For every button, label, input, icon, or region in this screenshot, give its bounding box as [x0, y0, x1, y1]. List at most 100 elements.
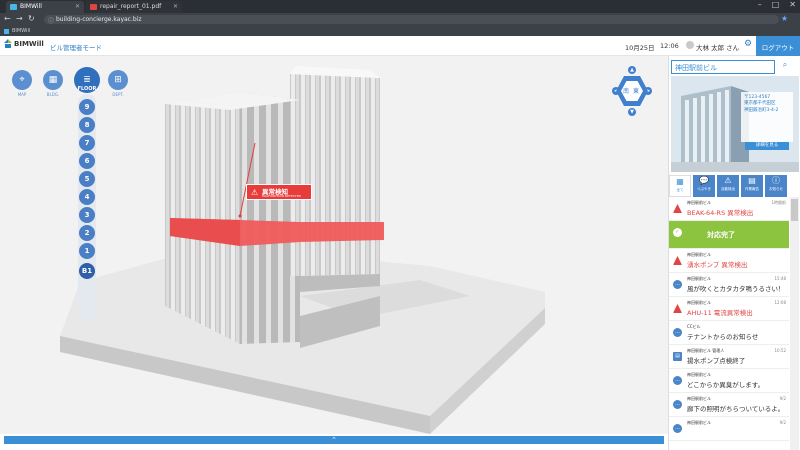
- building-photo: 〒123-4567 東京都千代田区 神田鍛冶町3-4-2 詳細を見る: [671, 76, 799, 172]
- list-item[interactable]: … 神田駅前ビル どこからか異臭がします。: [669, 369, 789, 393]
- activity-feed: 神田駅前ビル BEAK-64-RS 異常検出 1時間前 ✓ 対応完了 神田駅前ビ…: [669, 197, 789, 450]
- tab-tweets[interactable]: 💬 つぶやき: [693, 175, 715, 197]
- gear-icon[interactable]: ⚙: [744, 39, 752, 49]
- back-icon[interactable]: ←: [4, 14, 11, 23]
- feed-time: 9/2: [779, 396, 786, 401]
- rotate-up-icon[interactable]: ▲: [628, 66, 636, 74]
- feed-message: 対応完了: [707, 231, 735, 239]
- info-icon: ⓘ: [772, 176, 780, 185]
- window-controls: – □ ✕: [758, 0, 796, 9]
- feed-source: 神田駅前ビル: [687, 420, 711, 425]
- close-tab-icon[interactable]: ✕: [75, 3, 80, 10]
- list-item[interactable]: 神田駅前ビル 湧水ポンプ 異常検出: [669, 249, 789, 273]
- floor-button-3[interactable]: 3: [79, 207, 95, 223]
- department-icon: ⊞: [114, 75, 122, 85]
- tab-notices[interactable]: ⓘ お知らせ: [765, 175, 787, 197]
- floor-button-8[interactable]: 8: [79, 117, 95, 133]
- browser-tab-pdf[interactable]: repair_report_01.pdf ✕: [86, 1, 182, 13]
- floor-button-5[interactable]: 5: [79, 171, 95, 187]
- tab-work-report[interactable]: ▤ 作業報告: [741, 175, 763, 197]
- feed-message: BEAK-64-RS 異常検出: [687, 209, 754, 217]
- tab-label: repair_report_01.pdf: [100, 3, 162, 10]
- header-time: 12:06: [660, 42, 679, 50]
- view-compass[interactable]: ▲ ◀ ▶ ▼ 南 東: [612, 66, 652, 116]
- bookmark-star-icon[interactable]: ★: [781, 14, 788, 23]
- bldg-mode-label: BLDG.: [46, 92, 60, 97]
- tab-tweets-label: つぶやき: [697, 187, 711, 191]
- feed-time: 15:48: [774, 276, 786, 281]
- user-menu[interactable]: 大林 太郎 さん: [686, 41, 740, 52]
- list-item[interactable]: 神田駅前ビル AHU-11 電流異常検出 12:08: [669, 297, 789, 321]
- floor-button-b1[interactable]: B1: [79, 263, 95, 279]
- tab-all[interactable]: ▦ 全て: [669, 175, 691, 197]
- bimwill-favicon-icon: [10, 4, 17, 10]
- minimize-icon[interactable]: –: [758, 0, 762, 9]
- floor-button-6[interactable]: 6: [79, 153, 95, 169]
- list-item[interactable]: … CCビル テナントからのお知らせ: [669, 321, 789, 345]
- close-window-icon[interactable]: ✕: [789, 0, 796, 9]
- chevron-up-icon: ⌃: [331, 436, 337, 444]
- feed-message: AHU-11 電流異常検出: [687, 309, 753, 317]
- forward-icon[interactable]: →: [16, 14, 23, 23]
- url-text: building-concierge.kayac.biz: [56, 16, 142, 23]
- search-icon[interactable]: ⌕: [777, 60, 793, 74]
- app-logo[interactable]: BIMWill: [4, 39, 44, 48]
- tab-all-label: 全て: [676, 188, 684, 192]
- floor-button-4[interactable]: 4: [79, 189, 95, 205]
- feed-source: CCビル: [687, 324, 701, 329]
- bookmarks-bar: BIMWill: [0, 26, 800, 36]
- rotate-down-icon[interactable]: ▼: [628, 108, 636, 116]
- list-item[interactable]: 神田駅前ビル BEAK-64-RS 異常検出 1時間前: [669, 197, 789, 221]
- bookmark-bimwill[interactable]: BIMWill: [12, 28, 30, 34]
- url-field[interactable]: ⓘ building-concierge.kayac.biz: [44, 15, 779, 25]
- browser-tab-bimwill[interactable]: BIMWill ✕: [6, 1, 84, 13]
- chat-bubble-icon: 💬: [699, 176, 709, 185]
- compass-south: 南: [623, 88, 630, 95]
- close-tab-icon[interactable]: ✕: [173, 3, 178, 10]
- list-item[interactable]: … 神田駅前ビル 風が吹くとカタカタ鳴うるさい！ 15:48: [669, 273, 789, 297]
- map-mode-label: MAP: [17, 92, 27, 97]
- feed-source: 神田駅前ビル 管理人: [687, 348, 725, 353]
- floor-mode-label: FLOOR: [77, 86, 97, 92]
- feed-time: 9/2: [779, 420, 786, 425]
- feed-time: 1時間前: [771, 200, 786, 205]
- page-info-icon: ⓘ: [48, 18, 55, 25]
- floor-button-2[interactable]: 2: [79, 225, 95, 241]
- reload-icon[interactable]: ↻: [28, 14, 35, 23]
- floor-button-9[interactable]: 9: [79, 99, 95, 115]
- floor-button-1[interactable]: 1: [79, 243, 95, 259]
- building-address-card: 〒123-4567 東京都千代田区 神田鍛冶町3-4-2: [741, 92, 793, 142]
- building-model[interactable]: [0, 56, 668, 434]
- building-name-field[interactable]: 神田駅前ビル: [671, 60, 775, 74]
- maximize-icon[interactable]: □: [772, 0, 780, 9]
- alert-triangle-icon: [673, 304, 682, 313]
- view-details-button[interactable]: 詳細を見る: [745, 142, 789, 150]
- list-item[interactable]: ▤ 神田駅前ビル 管理人 揚水ポンプ点検終了 10:52: [669, 345, 789, 369]
- category-tabs: ▦ 全て 💬 つぶやき ⚠ 自動検出 ▤ 作業報告 ⓘ お知らせ: [669, 175, 800, 197]
- logo-text: BIMWill: [14, 40, 44, 48]
- address-bar: ← → ↻ ⓘ building-concierge.kayac.biz ★: [0, 13, 800, 26]
- tab-auto-detect[interactable]: ⚠ 自動検出: [717, 175, 739, 197]
- building-3d-viewport[interactable]: ⌖ MAP ▦ BLDG. ≣ FLOOR ⊞ DEPT. 9 8 7 6 5 …: [0, 56, 668, 434]
- browser-tab-strip: BIMWill ✕ repair_report_01.pdf ✕ – □ ✕: [0, 0, 800, 13]
- feed-message: 揚水ポンプ点検終了: [687, 357, 746, 365]
- bldg-mode-button[interactable]: ▦: [43, 70, 63, 90]
- feed-scrollbar[interactable]: [790, 197, 799, 450]
- chat-bubble-icon: …: [673, 328, 682, 337]
- floor-button-7[interactable]: 7: [79, 135, 95, 151]
- document-icon: ▤: [748, 176, 756, 185]
- feed-source: 神田駅前ビル: [687, 200, 711, 205]
- feed-source: 神田駅前ビル: [687, 252, 711, 257]
- list-item[interactable]: … 神田駅前ビル 9/2: [669, 417, 789, 441]
- list-item[interactable]: ✓ 対応完了: [669, 221, 789, 249]
- scrollbar-thumb[interactable]: [791, 199, 798, 221]
- expand-panel-bar[interactable]: ⌃: [4, 436, 664, 444]
- chat-bubble-icon: …: [673, 376, 682, 385]
- map-mode-button[interactable]: ⌖: [12, 70, 32, 90]
- feed-time: 12:08: [774, 300, 786, 305]
- user-name: 大林 太郎 さん: [696, 44, 740, 52]
- list-item[interactable]: … 神田駅前ビル 廊下の照明がちらついているよ。 9/2: [669, 393, 789, 417]
- logout-button[interactable]: ログアウト: [756, 36, 800, 56]
- dept-mode-button[interactable]: ⊞: [108, 70, 128, 90]
- malfunction-alert[interactable]: ⚠ 異常検知 MALFUNCTION DETECTED: [246, 184, 312, 200]
